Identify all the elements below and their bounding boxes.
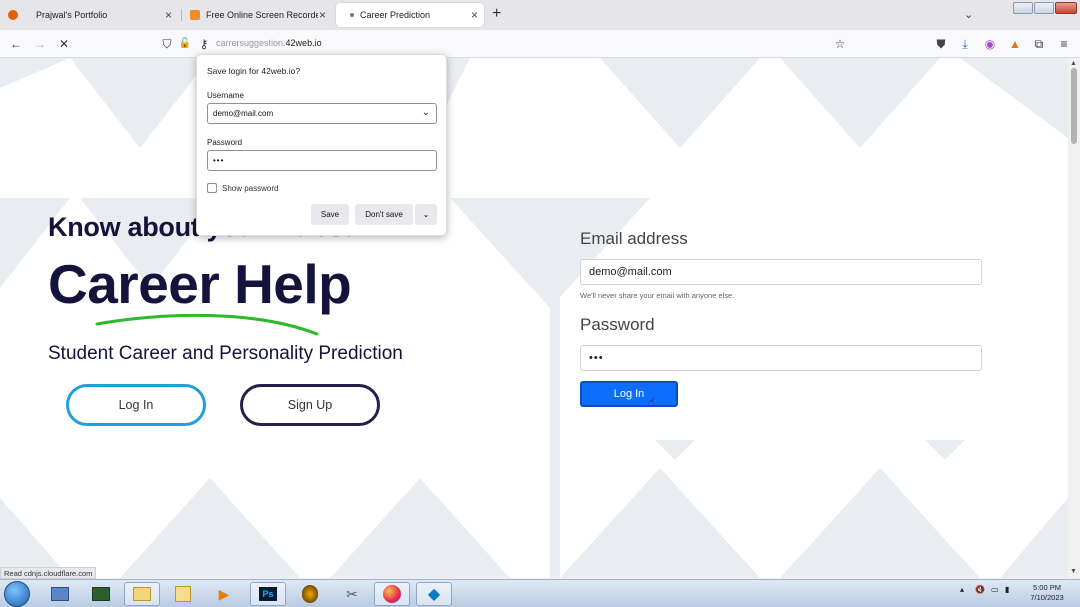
password-label: Password (580, 315, 655, 334)
pocket-icon[interactable]: ⛊ (934, 37, 948, 51)
close-tab-icon[interactable]: × (319, 8, 326, 22)
show-password-checkbox[interactable] (207, 183, 217, 193)
taskbar-folder-icon[interactable] (165, 582, 201, 606)
taskbar-firefox-icon[interactable] (374, 582, 410, 606)
email-label: Email address (580, 229, 688, 248)
tracking-protection-shield-icon[interactable]: ⛉ (160, 37, 174, 51)
network-icon[interactable]: ▭ (991, 585, 999, 594)
hero-title: Career Help (48, 253, 352, 315)
downloads-icon[interactable]: ⤓ (958, 37, 972, 51)
navigation-bar: ← → ✕ ⛉ 🔓 ⚷ carrersuggestion.42web.io ☆ … (0, 30, 1080, 58)
popup-title: Save login for 42web.io? (207, 66, 301, 76)
status-bar: Read cdnjs.cloudflare.com (0, 567, 97, 579)
extension-podcast-icon[interactable]: ◉ (983, 37, 997, 51)
volume-muted-icon[interactable]: 🔇 (975, 585, 985, 594)
scrollbar-thumb[interactable] (1071, 68, 1077, 144)
close-tab-icon[interactable]: × (471, 8, 478, 22)
show-password-label[interactable]: Show password (222, 184, 278, 193)
close-tab-icon[interactable]: × (165, 8, 172, 22)
hero-signup-button[interactable]: Sign Up (240, 384, 380, 426)
password-field[interactable]: ••• (580, 345, 982, 371)
lock-icon[interactable]: 🔓 (178, 37, 192, 51)
address-bar[interactable]: carrersuggestion.42web.io (216, 38, 322, 48)
tab-screen-recorder[interactable]: Free Online Screen Recorder & × (182, 3, 332, 27)
bookmark-star-icon[interactable]: ☆ (833, 37, 847, 51)
login-submit-button[interactable]: Log In (580, 381, 678, 407)
metamask-fox-icon[interactable]: ▲ (1008, 37, 1022, 51)
green-underline-swoosh (95, 313, 319, 336)
back-icon[interactable]: ← (9, 37, 23, 51)
close-window-icon[interactable] (1055, 2, 1077, 14)
username-label: Username (207, 91, 244, 100)
popup-password-field[interactable]: ••• (207, 150, 437, 171)
url-prefix: carrersuggestion. (216, 38, 286, 48)
taskbar-vscode-icon[interactable]: ◆ (416, 582, 452, 606)
save-login-popup: Save login for 42web.io? Username demo@m… (196, 54, 447, 236)
taskbar-files-icon[interactable] (124, 582, 160, 606)
tab-strip: Prajwal's Portfolio × Free Online Screen… (0, 0, 1080, 30)
save-button[interactable]: Save (311, 204, 349, 225)
app-menu-icon[interactable]: ≡ (1057, 37, 1071, 51)
web-page: Know about your intrest... Career Help S… (0, 58, 1068, 578)
stop-loading-icon[interactable]: ✕ (57, 37, 71, 51)
forward-icon[interactable]: → (33, 37, 47, 51)
password-label: Password (207, 138, 243, 147)
tab-career-prediction[interactable]: Career Prediction × (336, 3, 484, 27)
clock-time: 5:00 PM (1033, 583, 1061, 592)
screen-recorder-favicon-icon (190, 10, 200, 20)
extensions-puzzle-icon[interactable]: ⧉ (1032, 37, 1046, 51)
chevron-down-icon[interactable]: ⌄ (422, 107, 430, 118)
hero-login-button[interactable]: Log In (66, 384, 206, 426)
system-clock[interactable]: 5:00 PM 7/10/2023 (1022, 583, 1072, 603)
tab-title: Prajwal's Portfolio (36, 10, 108, 20)
taskbar-explorer-icon[interactable] (42, 582, 78, 606)
firefox-view-icon[interactable] (8, 10, 18, 20)
dont-save-button[interactable]: Don't save (355, 204, 413, 225)
username-value: demo@mail.com (213, 109, 274, 118)
tab-portfolio[interactable]: Prajwal's Portfolio × (28, 3, 178, 27)
taskbar-tool-icon[interactable]: ✂ (334, 582, 370, 606)
minimize-window-icon[interactable] (1013, 2, 1033, 14)
clock-date: 7/10/2023 (1030, 593, 1064, 602)
start-button[interactable] (4, 581, 30, 607)
maximize-window-icon[interactable] (1034, 2, 1054, 14)
key-icon[interactable]: ⚷ (197, 37, 211, 51)
hero-subtitle: Student Career and Personality Predictio… (48, 343, 403, 364)
url-domain: 42web.io (285, 38, 322, 48)
username-field[interactable]: demo@mail.com ⌄ (207, 103, 437, 124)
battery-icon[interactable]: ▮ (1005, 585, 1009, 594)
scroll-up-arrow-icon[interactable]: ▲ (1070, 60, 1077, 67)
hand-cursor-icon: ☝ (648, 395, 656, 409)
more-options-button[interactable]: ⌄ (415, 204, 437, 225)
scroll-down-arrow-icon[interactable]: ▼ (1070, 568, 1077, 575)
chevron-down-icon: ⌄ (422, 210, 430, 219)
list-all-tabs-icon[interactable]: ⌄ (964, 8, 973, 21)
taskbar-photoshop-icon[interactable]: Ps (250, 582, 286, 606)
windows-taskbar: ▶ Ps ✂ ◆ ▴ 🔇 ▭ ▮ 5:00 PM 7/10/2023 (0, 579, 1080, 607)
tab-title: Free Online Screen Recorder & (206, 10, 318, 20)
vertical-scrollbar[interactable]: ▲ ▼ (1068, 58, 1080, 578)
email-field[interactable]: demo@mail.com (580, 259, 982, 285)
taskbar-computer-icon[interactable] (83, 582, 119, 606)
taskbar-fl-studio-icon[interactable] (292, 582, 328, 606)
loading-dot-icon (350, 13, 354, 17)
tab-title: Career Prediction (360, 10, 431, 20)
show-hidden-icons-icon[interactable]: ▴ (960, 585, 964, 594)
email-help-text: We'll never share your email with anyone… (580, 291, 735, 300)
taskbar-media-player-icon[interactable]: ▶ (206, 582, 242, 606)
new-tab-icon[interactable]: + (492, 5, 501, 23)
